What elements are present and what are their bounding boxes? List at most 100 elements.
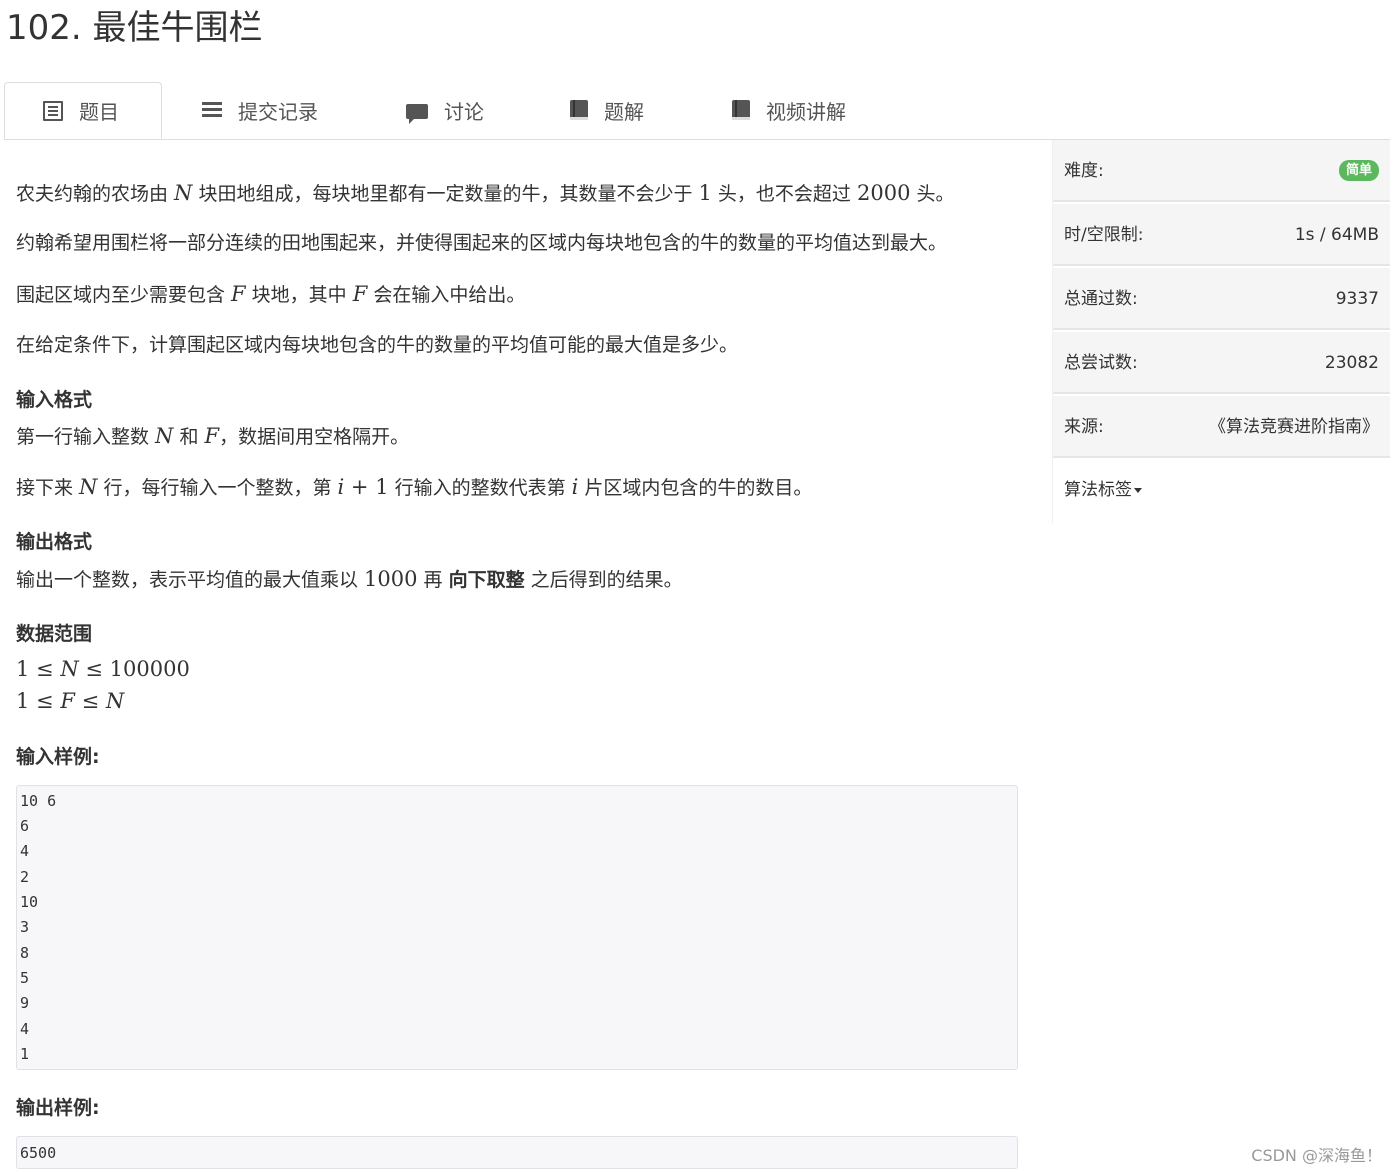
text: 之后得到的结果。 xyxy=(524,569,683,591)
text: 和 xyxy=(173,426,205,448)
math-num: 1 xyxy=(698,181,712,205)
math-var: N xyxy=(105,689,125,713)
math-var: N xyxy=(174,181,193,205)
code-line: 2 xyxy=(20,868,30,886)
code-line: 5 xyxy=(20,969,30,987)
sample-input-block[interactable]: 10 6 6 4 2 10 3 8 5 9 4 1 xyxy=(16,785,1018,1070)
output-format-line: 输出一个整数，表示平均值的最大值乘以 1000 再 向下取整 之后得到的结果。 xyxy=(16,564,683,595)
text: 接下来 xyxy=(16,477,80,499)
code-line: 8 xyxy=(20,944,30,962)
problem-paragraph-2: 约翰希望用围栏将一部分连续的田地围起来，并使得围起来的区域内每块地包含的牛的数量… xyxy=(16,232,948,254)
code-line: 3 xyxy=(20,918,30,936)
tab-label: 视频讲解 xyxy=(766,99,846,124)
math-num: 2000 xyxy=(856,181,911,205)
list-icon xyxy=(202,100,222,120)
limit-label: 时/空限制: xyxy=(1064,225,1144,245)
book-icon xyxy=(570,100,588,120)
input-format-line-1: 第一行输入整数 N 和 F，数据间用空格隔开。 xyxy=(16,421,409,452)
passed-value: 9337 xyxy=(1335,289,1379,309)
code-line: 4 xyxy=(20,842,30,860)
tab-label: 提交记录 xyxy=(238,99,318,124)
difficulty-badge: 简单 xyxy=(1338,160,1379,181)
text: 片区域内包含的牛的数目。 xyxy=(578,477,813,499)
tab-submissions[interactable]: 提交记录 xyxy=(202,82,318,138)
code-line: 6500 xyxy=(20,1144,57,1162)
output-format-heading: 输出格式 xyxy=(16,531,93,553)
code-line: 1 xyxy=(20,1045,30,1063)
text: 头。 xyxy=(910,183,955,205)
code-line: 9 xyxy=(20,994,30,1012)
text: 农夫约翰的农场由 xyxy=(16,183,175,205)
math-num: 1 xyxy=(375,475,389,499)
sample-output-heading: 输出样例: xyxy=(16,1097,100,1119)
tab-label: 讨论 xyxy=(444,99,484,124)
text: 头，也不会超过 xyxy=(711,183,857,205)
source-label: 来源: xyxy=(1064,417,1104,437)
tab-discussion[interactable]: 讨论 xyxy=(406,82,484,138)
data-range-line-2: 1 ≤ F ≤ N xyxy=(16,686,124,717)
book-icon xyxy=(732,100,750,120)
text: 块地，其中 xyxy=(245,284,353,306)
tried-row: 总尝试数: 23082 xyxy=(1053,332,1390,394)
math-op: ≤ xyxy=(78,657,110,681)
tab-problem[interactable]: 题目 xyxy=(4,82,162,139)
data-range-line-1: 1 ≤ N ≤ 100000 xyxy=(16,654,190,685)
code-line: 10 6 xyxy=(20,792,57,810)
difficulty-label: 难度: xyxy=(1064,161,1104,181)
math-var: F xyxy=(352,282,368,306)
text: 第一行输入整数 xyxy=(16,426,156,448)
text: 行输入的整数代表第 xyxy=(388,477,572,499)
data-range-heading: 数据范围 xyxy=(16,623,93,645)
watermark: CSDN @深海鱼！ xyxy=(1251,1146,1382,1165)
algorithm-tags-row: 算法标签 xyxy=(1053,460,1390,520)
limit-value: 1s / 64MB xyxy=(1294,225,1379,245)
text: 输出一个整数，表示平均值的最大值乘以 xyxy=(16,569,365,591)
input-format-line-2: 接下来 N 行，每行输入一个整数，第 i + 1 行输入的整数代表第 i 片区域… xyxy=(16,472,812,503)
input-format-heading: 输入格式 xyxy=(16,389,93,411)
sample-output-block[interactable]: 6500 xyxy=(16,1136,1018,1169)
problem-paragraph-1: 农夫约翰的农场由 N 块田地组成，每块地里都有一定数量的牛，其数量不会少于 1 … xyxy=(16,178,954,209)
text: 再 xyxy=(417,569,449,591)
source-row: 来源: 《算法竞赛进阶指南》 xyxy=(1053,396,1390,458)
tried-value: 23082 xyxy=(1324,353,1379,373)
limit-row: 时/空限制: 1s / 64MB xyxy=(1053,204,1390,266)
math-var: N xyxy=(155,424,174,448)
text: 围起区域内至少需要包含 xyxy=(16,284,232,306)
problem-paragraph-4: 在给定条件下，计算围起区域内每块地包含的牛的数量的平均值可能的最大值是多少。 xyxy=(16,334,739,356)
math-op: ≤ xyxy=(74,689,106,713)
math-op: ≤ xyxy=(29,657,61,681)
tab-video[interactable]: 视频讲解 xyxy=(732,82,846,138)
math-var: F xyxy=(204,424,220,448)
code-line: 4 xyxy=(20,1020,30,1038)
math-var: N xyxy=(79,475,98,499)
bold-text: 向下取整 xyxy=(448,569,525,591)
tab-label: 题解 xyxy=(604,99,644,124)
text: ，数据间用空格隔开。 xyxy=(219,426,410,448)
text: 会在输入中给出。 xyxy=(367,284,526,306)
source-value: 《算法竞赛进阶指南》 xyxy=(1209,417,1379,437)
algorithm-tags-label: 算法标签 xyxy=(1064,480,1132,500)
list-alt-icon xyxy=(43,100,63,121)
sample-input-heading: 输入样例: xyxy=(16,746,100,768)
math-var: N xyxy=(60,657,79,681)
algorithm-tags-toggle[interactable]: 算法标签 xyxy=(1064,460,1142,520)
math-op: + xyxy=(344,475,376,499)
problem-info-sidebar: 难度: 简单 时/空限制: 1s / 64MB 总通过数: 9337 总尝试数:… xyxy=(1052,140,1390,524)
tab-label: 题目 xyxy=(79,100,119,124)
difficulty-row: 难度: 简单 xyxy=(1053,140,1390,202)
page-title: 102. 最佳牛围栏 xyxy=(6,8,263,48)
math-num: 1000 xyxy=(364,567,418,591)
problem-paragraph-3: 围起区域内至少需要包含 F 块地，其中 F 会在输入中给出。 xyxy=(16,279,525,310)
text: 块田地组成，每块地里都有一定数量的牛，其数量不会少于 xyxy=(192,183,699,205)
caret-down-icon xyxy=(1134,487,1142,493)
math-op: ≤ xyxy=(29,689,61,713)
passed-row: 总通过数: 9337 xyxy=(1053,268,1390,330)
passed-label: 总通过数: xyxy=(1064,289,1138,309)
math-num: 1 xyxy=(16,657,30,681)
math-num: 100000 xyxy=(109,657,190,681)
math-num: 1 xyxy=(16,689,30,713)
code-line: 6 xyxy=(20,817,30,835)
tab-solutions[interactable]: 题解 xyxy=(570,82,644,138)
math-var: F xyxy=(60,689,75,713)
text: 行，每行输入一个整数，第 xyxy=(97,477,338,499)
